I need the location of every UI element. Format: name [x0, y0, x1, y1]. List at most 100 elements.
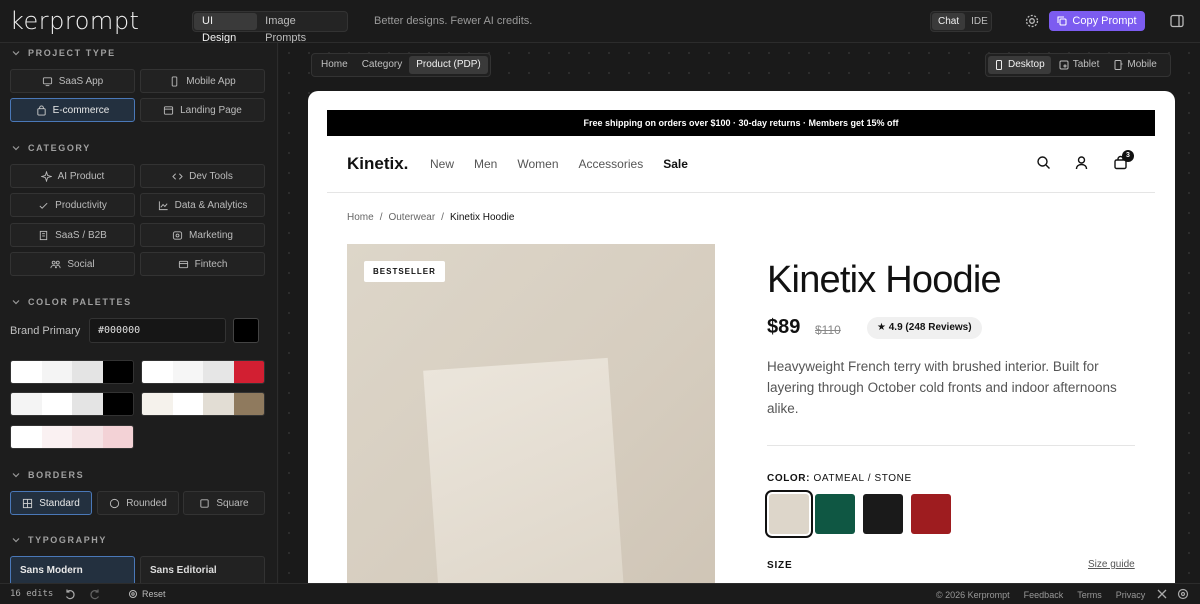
- product-image[interactable]: BESTSELLER: [347, 244, 715, 591]
- border-square-label: Square: [216, 497, 249, 509]
- tab-home[interactable]: Home: [314, 56, 355, 74]
- device-mobile[interactable]: Mobile: [1107, 56, 1162, 74]
- chat-ide-toggle: Chat IDE: [930, 11, 992, 32]
- tab-product-pdp[interactable]: Product (PDP): [409, 56, 488, 74]
- device-tablet[interactable]: Tablet: [1053, 56, 1106, 74]
- device-tabs: Desktop Tablet Mobile: [985, 53, 1171, 77]
- settings-icon[interactable]: [1024, 13, 1040, 29]
- nav-accessories[interactable]: Accessories: [579, 157, 644, 171]
- category-header[interactable]: CATEGORY: [12, 143, 91, 153]
- category-social[interactable]: Social: [10, 252, 135, 276]
- color-palettes-header[interactable]: COLOR PALETTES: [12, 297, 132, 307]
- typography-header[interactable]: TYPOGRAPHY: [12, 535, 107, 545]
- building-icon: [39, 230, 48, 240]
- megaphone-icon: [172, 230, 183, 240]
- category-productivity[interactable]: Productivity: [10, 193, 135, 217]
- sidebar: PROJECT TYPE SaaS App Mobile App E-comme…: [0, 43, 278, 583]
- color-swatch-red[interactable]: [911, 494, 951, 534]
- brand-primary-input[interactable]: #000000: [89, 318, 226, 343]
- ide-mode-button[interactable]: IDE: [965, 13, 994, 30]
- typography-title: TYPOGRAPHY: [28, 535, 108, 545]
- color-swatch-black[interactable]: [863, 494, 903, 534]
- breadcrumb-home[interactable]: Home: [347, 212, 374, 223]
- device-desktop[interactable]: Desktop: [988, 56, 1051, 74]
- brand-primary-label: Brand Primary: [10, 325, 81, 337]
- store-header: Kinetix. New Men Women Accessories Sale …: [327, 136, 1155, 193]
- category-dev-tools[interactable]: Dev Tools: [140, 164, 265, 188]
- border-square[interactable]: Square: [183, 491, 265, 515]
- check-icon: [39, 202, 48, 209]
- project-ecommerce[interactable]: E-commerce: [10, 98, 135, 122]
- undo-icon[interactable]: [64, 588, 76, 600]
- category-marketing[interactable]: Marketing: [140, 223, 265, 247]
- reset-label: Reset: [142, 589, 166, 599]
- borders-header[interactable]: BORDERS: [12, 470, 84, 480]
- chat-mode-button[interactable]: Chat: [932, 13, 966, 30]
- x-social-icon[interactable]: [1156, 588, 1168, 600]
- panel-toggle-icon[interactable]: [1169, 13, 1185, 29]
- project-type-header[interactable]: PROJECT TYPE: [12, 48, 116, 58]
- color-swatch-green[interactable]: [815, 494, 855, 534]
- project-type-title: PROJECT TYPE: [28, 48, 116, 58]
- code-icon: [172, 172, 183, 180]
- palette-option[interactable]: [141, 392, 265, 416]
- palette-option[interactable]: [10, 392, 134, 416]
- breadcrumb-current: Kinetix Hoodie: [449, 212, 515, 223]
- reset-button[interactable]: Reset: [128, 589, 166, 599]
- project-mobile-app[interactable]: Mobile App: [140, 69, 265, 93]
- chevron-down-icon: [12, 538, 20, 543]
- category-data-analytics[interactable]: Data & Analytics: [140, 193, 265, 217]
- app-logo[interactable]: kerprompt: [10, 7, 139, 35]
- brand-primary-swatch[interactable]: [233, 318, 259, 343]
- tagline: Better designs. Fewer AI credits.: [374, 15, 533, 27]
- product-old-price: $110: [815, 323, 841, 337]
- device-tablet-label: Tablet: [1072, 59, 1100, 70]
- chevron-down-icon: [12, 300, 20, 305]
- palette-option[interactable]: [10, 360, 134, 384]
- mode-image-prompts[interactable]: Image Prompts: [257, 13, 346, 44]
- typography-sans-modern[interactable]: Sans Modern: [10, 556, 135, 583]
- copy-prompt-button[interactable]: Copy Prompt: [1049, 11, 1145, 31]
- privacy-link[interactable]: Privacy: [1116, 590, 1146, 600]
- terms-link[interactable]: Terms: [1077, 590, 1102, 600]
- category-marketing-label: Marketing: [189, 229, 233, 241]
- user-icon[interactable]: [1074, 155, 1089, 170]
- border-rounded[interactable]: Rounded: [97, 491, 179, 515]
- nav-women[interactable]: Women: [517, 157, 558, 171]
- redo-icon[interactable]: [89, 588, 101, 600]
- color-label: COLOR: OATMEAL / STONE: [767, 473, 912, 484]
- store-logo[interactable]: Kinetix.: [347, 154, 408, 174]
- copy-icon: [1057, 16, 1067, 26]
- sparkle-icon: [40, 170, 52, 182]
- color-palettes-title: COLOR PALETTES: [28, 297, 132, 307]
- tab-category[interactable]: Category: [355, 56, 410, 74]
- breadcrumb-outerwear[interactable]: Outerwear: [388, 212, 435, 223]
- nav-men[interactable]: Men: [474, 157, 497, 171]
- category-saas-b2b[interactable]: SaaS / B2B: [10, 223, 135, 247]
- palette-option[interactable]: [10, 425, 134, 449]
- project-saas-app[interactable]: SaaS App: [10, 69, 135, 93]
- project-saas-app-label: SaaS App: [58, 75, 104, 87]
- border-standard-label: Standard: [39, 497, 80, 509]
- chart-line-icon: [158, 200, 168, 210]
- breadcrumb-separator: /: [379, 212, 383, 223]
- palette-option[interactable]: [141, 360, 265, 384]
- search-icon[interactable]: [1036, 155, 1051, 170]
- preview-frame: Free shipping on orders over $100 · 30-d…: [308, 91, 1175, 591]
- category-ai-product[interactable]: AI Product: [10, 164, 135, 188]
- category-fintech[interactable]: Fintech: [140, 252, 265, 276]
- color-swatch-oatmeal[interactable]: [765, 490, 813, 538]
- size-guide-link[interactable]: Size guide: [1088, 559, 1135, 570]
- border-standard[interactable]: Standard: [10, 491, 92, 515]
- product-rating[interactable]: ★ 4.9 (248 Reviews): [867, 317, 982, 339]
- mode-ui-design[interactable]: UI Design: [194, 13, 258, 44]
- globe-icon[interactable]: [1177, 588, 1189, 600]
- card-icon: [178, 260, 188, 268]
- promo-banner: Free shipping on orders over $100 · 30-d…: [327, 110, 1155, 136]
- typography-sans-editorial[interactable]: Sans Editorial: [140, 556, 265, 583]
- nav-sale[interactable]: Sale: [663, 157, 688, 171]
- nav-new[interactable]: New: [430, 157, 454, 171]
- project-landing-page[interactable]: Landing Page: [140, 98, 265, 122]
- feedback-link[interactable]: Feedback: [1024, 590, 1064, 600]
- chevron-down-icon: [12, 51, 20, 56]
